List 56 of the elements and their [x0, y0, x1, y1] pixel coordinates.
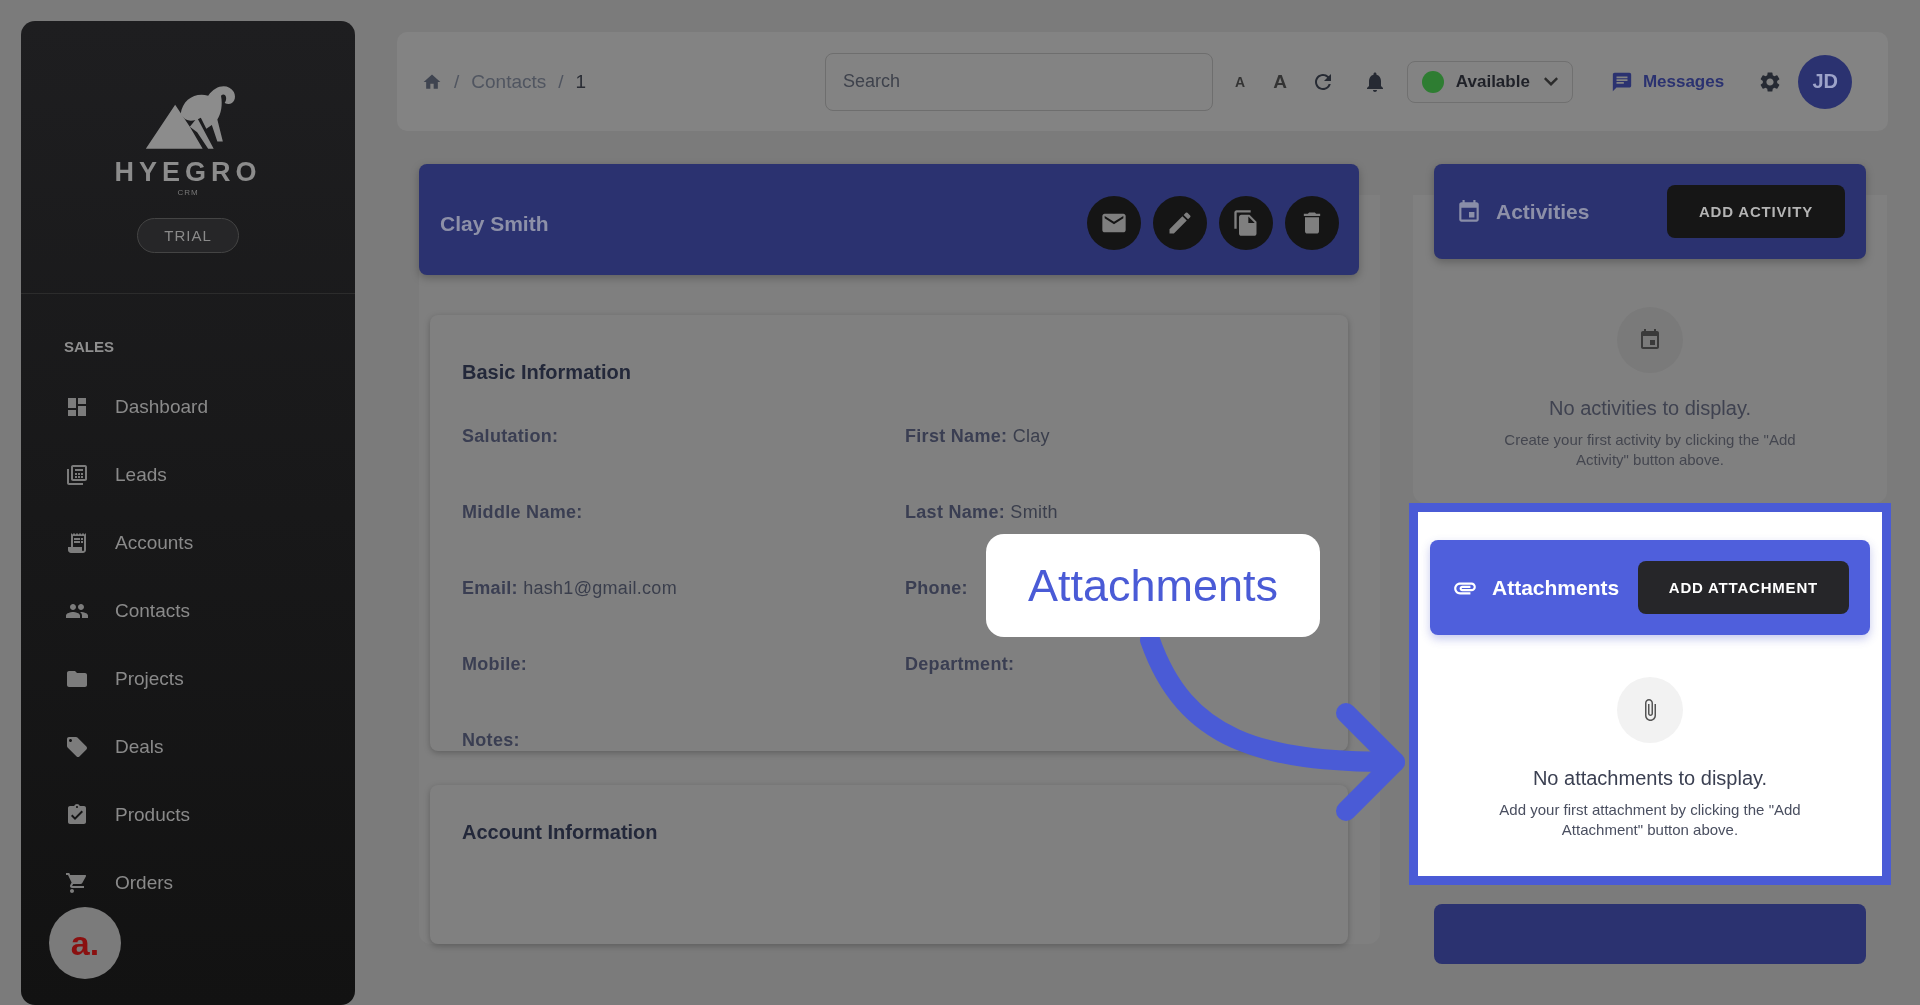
- empty-title: No activities to display.: [1549, 397, 1751, 420]
- empty-text: Add your first attachment by clicking the "Add Attachment" button above.: [1498, 800, 1802, 840]
- copy-icon: [1232, 209, 1260, 237]
- field-text: Salutation:: [462, 426, 559, 448]
- section-heading: SALES: [64, 338, 115, 355]
- trial-badge: TRIAL: [137, 218, 239, 253]
- status-dot: [1421, 70, 1444, 93]
- messages-link[interactable]: Messages: [1610, 70, 1725, 93]
- field-text: First Name: Clay: [905, 426, 1050, 448]
- chat-icon: [1610, 70, 1633, 93]
- chevron-down-icon: [1543, 77, 1558, 86]
- field-text: Last Name: Smith: [905, 502, 1058, 524]
- panel-title: Activities: [1496, 199, 1591, 224]
- dashboard-icon: [65, 395, 89, 419]
- brand-tagline: CRM: [177, 188, 199, 197]
- section-title: Basic Information: [462, 361, 632, 385]
- field-text: Email: hash1@gmail.com: [462, 578, 677, 600]
- sidebar-item[interactable]: Contacts: [21, 577, 355, 645]
- calendar-icon: [1456, 198, 1482, 225]
- breadcrumb-separator: /: [454, 70, 460, 93]
- calculator-icon: [65, 463, 89, 487]
- cart-icon: [65, 871, 89, 895]
- tag-icon: [65, 735, 89, 759]
- brand-name: HYEGRO: [114, 157, 262, 188]
- copy-button[interactable]: [1219, 196, 1273, 250]
- sidebar-item[interactable]: Deals: [21, 713, 355, 781]
- breadcrumb-separator: /: [558, 70, 564, 93]
- sidebar-item[interactable]: Accounts: [21, 509, 355, 577]
- section-title: Account Information: [462, 821, 659, 845]
- receipt-icon: [65, 531, 89, 555]
- field-text: Middle Name:: [462, 502, 583, 524]
- field-text: Notes:: [462, 730, 520, 752]
- delete-button[interactable]: [1285, 196, 1339, 250]
- panel-title: Attachments: [1492, 575, 1621, 600]
- breadcrumb-current: 1: [575, 70, 587, 93]
- clipboard-check-icon: [65, 803, 89, 827]
- edit-button[interactable]: [1153, 196, 1207, 250]
- status-dropdown[interactable]: Available: [1406, 60, 1573, 103]
- email-button[interactable]: [1087, 196, 1141, 250]
- empty-title: No attachments to display.: [1532, 767, 1768, 790]
- callout-label: Attachments: [986, 534, 1320, 637]
- search-field[interactable]: Search: [825, 52, 1213, 111]
- increase-font-button[interactable]: A: [1273, 70, 1287, 93]
- add-attachment-button[interactable]: ADD ATTACHMENT: [1637, 561, 1849, 614]
- field-text: Department:: [905, 654, 1015, 676]
- sidebar-item[interactable]: Dashboard: [21, 373, 355, 441]
- add-activity-button[interactable]: ADD ACTIVITY: [1666, 185, 1845, 238]
- decrease-font-button[interactable]: A: [1235, 73, 1246, 90]
- field-text: Mobile:: [462, 654, 528, 676]
- user-avatar[interactable]: JD: [1798, 54, 1853, 109]
- sidebar-item[interactable]: Leads: [21, 441, 355, 509]
- empty-text: Create your first activity by clicking the "Add Activity" button above.: [1503, 430, 1797, 470]
- sidebar-item[interactable]: Projects: [21, 645, 355, 713]
- field-text: Phone:: [905, 578, 968, 600]
- sidebar-item[interactable]: Products: [21, 781, 355, 849]
- contact-name: Clay Smith: [440, 212, 549, 237]
